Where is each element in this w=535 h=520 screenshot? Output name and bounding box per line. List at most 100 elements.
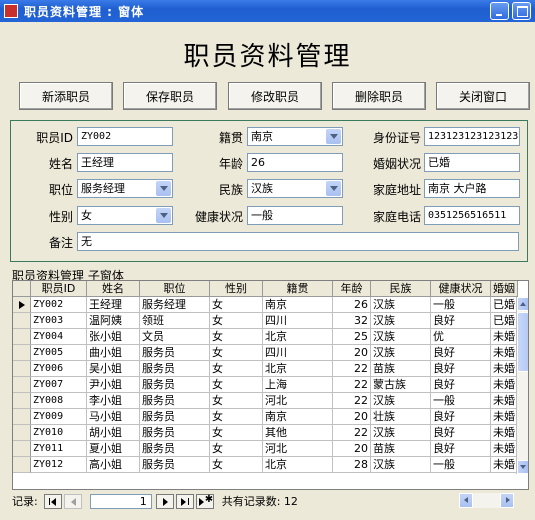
cell-id[interactable]: ZY005 xyxy=(31,345,87,361)
health-field[interactable]: 一般 xyxy=(247,206,343,225)
cell-native[interactable]: 四川 xyxy=(263,313,333,329)
scroll-right-icon[interactable] xyxy=(500,493,514,508)
id-field[interactable]: ZY002 xyxy=(77,127,173,146)
cell-gender[interactable]: 女 xyxy=(210,377,263,393)
cell-health[interactable]: 良好 xyxy=(431,313,491,329)
cell-native[interactable]: 上海 xyxy=(263,377,333,393)
cell-id[interactable]: ZY012 xyxy=(31,457,87,473)
cell-name[interactable]: 吴小姐 xyxy=(87,361,140,377)
cell-id[interactable]: ZY011 xyxy=(31,441,87,457)
edit-employee-button[interactable]: 修改职员 xyxy=(228,82,322,110)
close-window-button[interactable]: 关闭窗口 xyxy=(436,82,530,110)
next-record-button[interactable] xyxy=(155,493,174,509)
cell-ethnicity[interactable]: 汉族 xyxy=(371,425,431,441)
cell-age[interactable]: 32 xyxy=(333,313,371,329)
save-employee-button[interactable]: 保存职员 xyxy=(123,82,217,110)
column-header[interactable]: 职员ID xyxy=(31,281,87,297)
cell-ethnicity[interactable]: 苗族 xyxy=(371,361,431,377)
cell-native[interactable]: 河北 xyxy=(263,441,333,457)
cell-marital[interactable]: 未婚 xyxy=(491,409,518,425)
cell-age[interactable]: 22 xyxy=(333,425,371,441)
position-select[interactable]: 服务经理 xyxy=(77,179,173,198)
cell-position[interactable]: 服务员 xyxy=(140,361,210,377)
cell-gender[interactable]: 女 xyxy=(210,313,263,329)
table-row[interactable]: ZY011 夏小姐 服务员女河北 20 苗族 良好 未婚 xyxy=(13,441,518,457)
cell-gender[interactable]: 女 xyxy=(210,409,263,425)
cell-name[interactable]: 尹小姐 xyxy=(87,377,140,393)
horizontal-scrollbar[interactable] xyxy=(459,493,514,508)
cell-id[interactable]: ZY006 xyxy=(31,361,87,377)
column-header[interactable]: 年龄 xyxy=(333,281,371,297)
cell-gender[interactable]: 女 xyxy=(210,425,263,441)
cell-position[interactable]: 服务员 xyxy=(140,457,210,473)
scroll-thumb[interactable] xyxy=(517,312,528,372)
cell-age[interactable]: 22 xyxy=(333,393,371,409)
cell-marital[interactable]: 未婚 xyxy=(491,425,518,441)
table-row[interactable]: ZY006 吴小姐 服务员女北京 22 苗族 良好 未婚 xyxy=(13,361,518,377)
cell-health[interactable]: 优 xyxy=(431,329,491,345)
last-record-button[interactable] xyxy=(175,493,194,509)
age-field[interactable]: 26 xyxy=(247,153,343,172)
cell-native[interactable]: 南京 xyxy=(263,297,333,313)
cell-position[interactable]: 服务员 xyxy=(140,393,210,409)
table-row[interactable]: ZY008 李小姐 服务员女河北 22 汉族 一般 未婚 xyxy=(13,393,518,409)
column-header[interactable]: 婚姻 xyxy=(491,281,518,297)
row-selector[interactable] xyxy=(13,409,31,425)
cell-age[interactable]: 20 xyxy=(333,345,371,361)
table-row[interactable]: ZY012 高小姐 服务员女北京 28 汉族 一般 未婚 xyxy=(13,457,518,473)
chevron-down-icon[interactable] xyxy=(326,181,341,196)
cell-age[interactable]: 20 xyxy=(333,409,371,425)
cell-name[interactable]: 曲小姐 xyxy=(87,345,140,361)
cell-marital[interactable]: 已婚 xyxy=(491,297,518,313)
cell-health[interactable]: 良好 xyxy=(431,409,491,425)
cell-native[interactable]: 北京 xyxy=(263,361,333,377)
row-selector[interactable] xyxy=(13,393,31,409)
native-place-select[interactable]: 南京 xyxy=(247,127,343,146)
row-selector[interactable] xyxy=(13,329,31,345)
cell-gender[interactable]: 女 xyxy=(210,345,263,361)
cell-gender[interactable]: 女 xyxy=(210,329,263,345)
column-header[interactable]: 职位 xyxy=(140,281,210,297)
cell-gender[interactable]: 女 xyxy=(210,457,263,473)
new-record-button[interactable] xyxy=(195,493,214,509)
table-row[interactable]: ZY005 曲小姐 服务员女四川 20 汉族 良好 未婚 xyxy=(13,345,518,361)
name-field[interactable]: 王经理 xyxy=(77,153,173,172)
previous-record-button[interactable] xyxy=(63,493,82,509)
cell-position[interactable]: 服务员 xyxy=(140,441,210,457)
row-selector[interactable] xyxy=(13,297,31,313)
cell-native[interactable]: 河北 xyxy=(263,393,333,409)
maximize-button[interactable] xyxy=(512,2,531,20)
cell-ethnicity[interactable]: 蒙古族 xyxy=(371,377,431,393)
scroll-up-icon[interactable] xyxy=(517,297,528,311)
delete-employee-button[interactable]: 删除职员 xyxy=(332,82,426,110)
cell-position[interactable]: 服务经理 xyxy=(140,297,210,313)
table-row[interactable]: ZY002 王经理 服务经理女南京 26 汉族 一般 已婚 xyxy=(13,297,518,313)
cell-age[interactable]: 25 xyxy=(333,329,371,345)
column-header[interactable]: 姓名 xyxy=(87,281,140,297)
cell-position[interactable]: 领班 xyxy=(140,313,210,329)
cell-id[interactable]: ZY002 xyxy=(31,297,87,313)
cell-health[interactable]: 一般 xyxy=(431,297,491,313)
cell-gender[interactable]: 女 xyxy=(210,441,263,457)
row-selector-header[interactable] xyxy=(13,281,31,297)
scroll-down-icon[interactable] xyxy=(517,460,528,474)
cell-ethnicity[interactable]: 汉族 xyxy=(371,329,431,345)
cell-id[interactable]: ZY010 xyxy=(31,425,87,441)
table-row[interactable]: ZY009 马小姐 服务员女南京 20 壮族 良好 未婚 xyxy=(13,409,518,425)
minimize-button[interactable] xyxy=(490,2,509,20)
cell-health[interactable]: 一般 xyxy=(431,393,491,409)
address-field[interactable]: 南京 大户路 xyxy=(424,179,520,198)
cell-name[interactable]: 高小姐 xyxy=(87,457,140,473)
cell-marital[interactable]: 未婚 xyxy=(491,345,518,361)
column-header[interactable]: 籍贯 xyxy=(263,281,333,297)
cell-gender[interactable]: 女 xyxy=(210,361,263,377)
column-header[interactable]: 性别 xyxy=(210,281,263,297)
cell-name[interactable]: 胡小姐 xyxy=(87,425,140,441)
chevron-down-icon[interactable] xyxy=(156,208,171,223)
cell-ethnicity[interactable]: 壮族 xyxy=(371,409,431,425)
row-selector[interactable] xyxy=(13,361,31,377)
scroll-left-icon[interactable] xyxy=(459,493,473,508)
first-record-button[interactable] xyxy=(43,493,62,509)
cell-marital[interactable]: 未婚 xyxy=(491,361,518,377)
cell-health[interactable]: 良好 xyxy=(431,377,491,393)
